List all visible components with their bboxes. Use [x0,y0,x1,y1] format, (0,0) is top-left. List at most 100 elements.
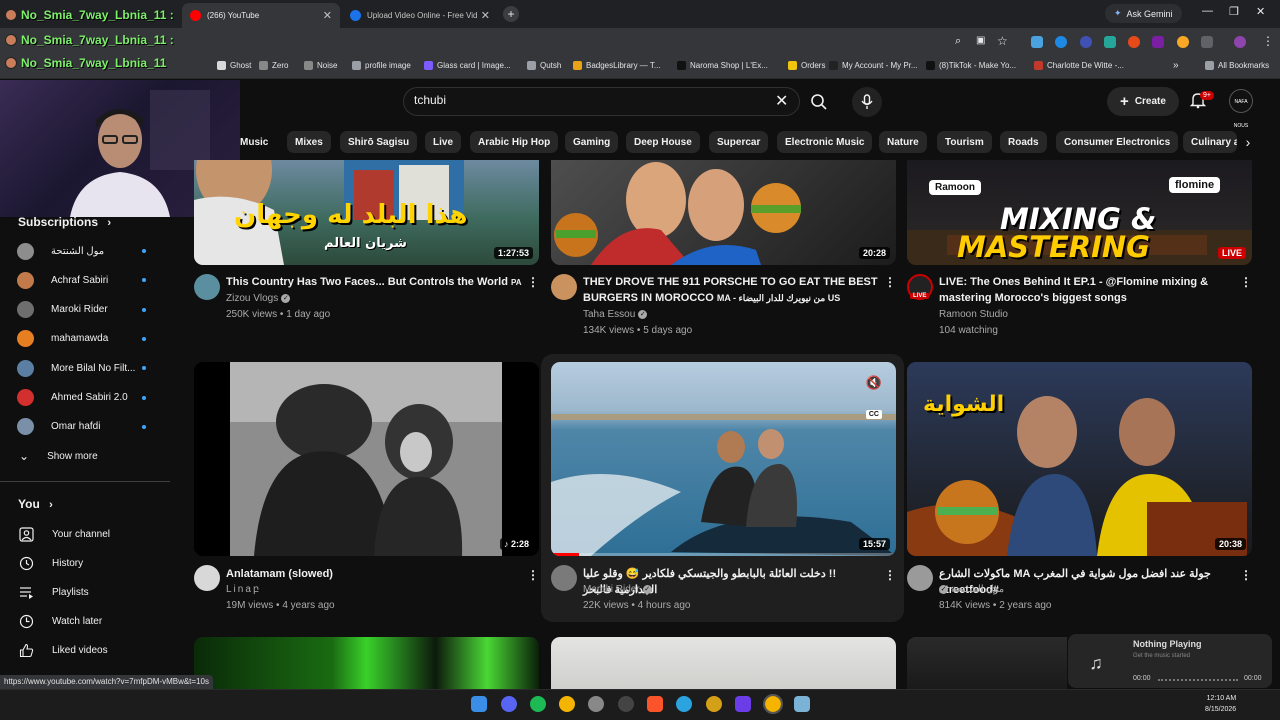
brave-icon[interactable] [647,696,663,712]
filter-chip[interactable]: Mixes [287,131,331,153]
windows-start-icon[interactable] [471,696,487,712]
video-thumbnail[interactable]: هذا البلد له وجهان شريان العالم 1:27:53 [194,160,539,265]
menu-icon[interactable]: ⋮ [1262,34,1274,48]
extension-icon[interactable] [1128,36,1140,48]
sidebar-subscription-item[interactable]: mahamawda [17,329,146,349]
channel-avatar[interactable] [551,274,577,300]
bookmark-item[interactable]: Orders [788,61,825,70]
account-avatar[interactable]: NAFA NOUS [1229,89,1253,129]
chevron-right-icon[interactable]: » [1173,60,1179,71]
close-icon[interactable]: ✕ [481,9,490,22]
bookmark-item[interactable]: Qutsh [527,61,561,70]
filter-chip[interactable]: Deep House [626,131,700,153]
sidebar-item-history[interactable]: History [19,553,83,573]
system-clock[interactable]: 12:10 AM 8/15/2026 [1205,693,1236,715]
video-thumbnail[interactable] [907,637,1067,689]
more-options-icon[interactable]: ⋮ [1240,275,1252,289]
bookmark-item[interactable]: My Account - My Pr... [829,61,918,70]
bookmark-item[interactable]: Naroma Shop | L'Ex... [677,61,768,70]
filter-chip[interactable]: Supercar [709,131,769,153]
telegram-icon[interactable] [676,696,692,712]
profile-icon[interactable] [1234,36,1246,48]
media-seek-bar[interactable] [1158,679,1238,682]
filter-chip[interactable]: Shirō Sagisu [340,131,418,153]
all-bookmarks[interactable]: All Bookmarks [1205,61,1269,70]
video-thumbnail[interactable]: ♪ 2:28 [194,362,539,556]
sidebar-item-your-channel[interactable]: Your channel [19,524,110,544]
close-window-icon[interactable]: ✕ [1256,5,1265,18]
video-title[interactable]: Anlatamam (slowed) [226,566,526,582]
captions-button[interactable]: CC [865,410,882,419]
channel-avatar[interactable] [907,565,933,591]
show-more-button[interactable]: ⌄ Show more [19,446,98,466]
chrome-icon[interactable] [559,696,575,712]
video-thumbnail[interactable] [194,637,539,689]
filter-chip[interactable]: Arabic Hip Hop [470,131,559,153]
restore-icon[interactable]: ❐ [1229,5,1239,18]
filter-chip[interactable]: Tourism [937,131,992,153]
discord-icon[interactable] [501,696,517,712]
sidebar-item-playlists[interactable]: Playlists [19,582,89,602]
app-icon[interactable] [794,696,810,712]
filter-chip[interactable]: Live [425,131,462,153]
channel-name[interactable]: Ramoon Studio [939,309,1008,320]
more-options-icon[interactable]: ⋮ [527,275,539,289]
video-thumbnail[interactable]: 🔇 CC 15:57 [551,362,896,556]
minimize-icon[interactable]: — [1202,5,1213,17]
bookmark-item[interactable]: profile image [352,61,411,70]
channel-name[interactable]: Maroki Rider ✓ [583,584,652,595]
channel-avatar[interactable] [194,565,220,591]
extension-icon[interactable] [1031,36,1043,48]
bookmark-item[interactable]: Charlotte De Witte -... [1034,61,1124,70]
sidebar-subscription-item[interactable]: Omar hafdi [17,417,146,437]
channel-name[interactable]: Zizou Vlogs ✓ [226,293,291,304]
chevron-right-icon[interactable]: › [1237,131,1259,153]
more-options-icon[interactable]: ⋮ [884,568,896,582]
app-icon[interactable] [735,696,751,712]
filter-chip[interactable]: Nature [879,131,927,153]
sidebar-subscription-item[interactable]: مول الشنتحة [17,241,146,261]
tab-upload[interactable]: Upload Video Online - Free Vid ✕ [342,3,498,28]
search-input[interactable] [414,93,754,107]
new-tab-button[interactable]: + [503,6,519,22]
sidebar-subscription-item[interactable]: Achraf Sabiri [17,270,146,290]
search-button[interactable] [801,87,836,116]
you-heading[interactable]: You › [18,497,53,511]
voice-search-button[interactable] [852,87,882,117]
bookmark-star-icon[interactable]: ☆ [997,34,1008,48]
more-options-icon[interactable]: ⋮ [527,568,539,582]
zoom-icon[interactable]: ⌕ [955,35,961,48]
extension-icon[interactable] [1152,36,1164,48]
app-icon[interactable] [706,696,722,712]
sidebar-item-liked-videos[interactable]: Liked videos [19,640,108,660]
channel-avatar[interactable] [551,565,577,591]
close-icon[interactable]: ✕ [323,9,332,22]
filter-chip[interactable]: Music [240,131,276,153]
channel-name[interactable]: ✓ مول الشنتحة [939,584,1004,595]
filter-chip[interactable]: Electronic Music [777,131,873,153]
bookmark-item[interactable]: Ghost [217,61,251,70]
filter-chip[interactable]: Culinary a [1183,131,1237,153]
create-button[interactable]: + Create [1107,87,1179,116]
spotify-icon[interactable] [530,696,546,712]
video-thumbnail[interactable]: الشواية 20:38 [907,362,1252,556]
mute-icon[interactable]: 🔇 [866,375,882,391]
extension-icon[interactable] [1080,36,1092,48]
video-thumbnail[interactable]: Ramoon flomine MIXING & MASTERING LIVE [907,160,1252,265]
filter-chip[interactable]: Roads [1000,131,1047,153]
sidebar-subscription-item[interactable]: More Bilal No Filt... [17,358,146,378]
video-title[interactable]: LIVE: The Ones Behind It EP.1 - @Flomine… [939,274,1234,306]
sidebar-subscription-item[interactable]: Maroki Rider [17,300,146,320]
more-options-icon[interactable]: ⋮ [884,275,896,289]
channel-name[interactable]: Linaբ [226,584,261,595]
bookmark-item[interactable]: BadgesLibrary — T... [573,61,661,70]
bookmark-item[interactable]: Glass card | Image... [424,61,511,70]
video-title[interactable]: THEY DROVE THE 911 PORSCHE TO GO EAT THE… [583,274,878,306]
app-icon[interactable] [588,696,604,712]
channel-name[interactable]: Taha Essou ✓ [583,309,648,320]
cast-icon[interactable]: ▣ [976,35,985,46]
video-title[interactable]: This Country Has Two Faces... But Contro… [226,274,526,291]
bookmark-item[interactable]: Zero [259,61,288,70]
ask-gemini-button[interactable]: ✦ Ask Gemini [1105,4,1182,23]
puzzle-icon[interactable] [1201,36,1213,48]
